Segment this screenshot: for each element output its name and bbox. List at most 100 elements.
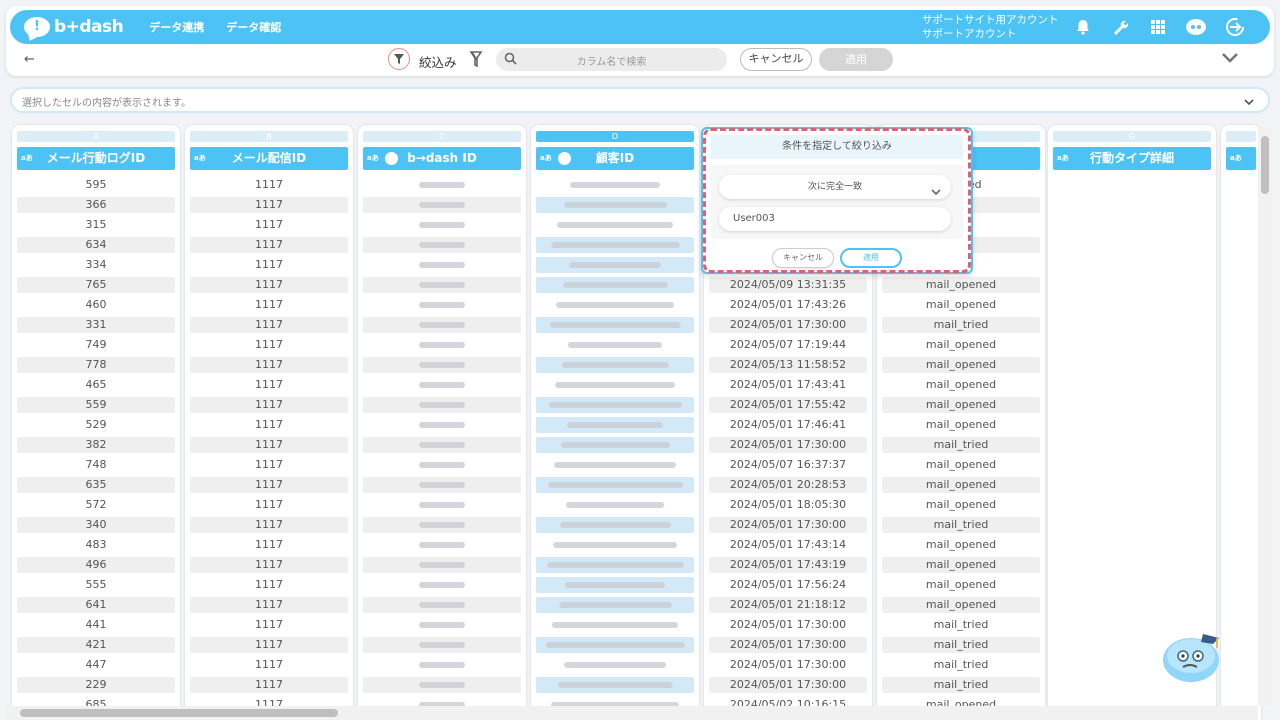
table-cell[interactable] <box>536 577 694 593</box>
table-cell[interactable] <box>363 277 521 293</box>
table-cell[interactable]: 1117 <box>190 297 348 313</box>
table-cell[interactable]: 634 <box>17 237 175 253</box>
table-cell[interactable]: mail_opened <box>882 417 1040 433</box>
table-cell[interactable] <box>1226 597 1256 613</box>
column-letter[interactable] <box>1226 131 1256 142</box>
table-cell[interactable]: 447 <box>17 657 175 673</box>
table-cell[interactable]: 1117 <box>190 517 348 533</box>
table-cell[interactable]: 529 <box>17 417 175 433</box>
table-cell[interactable] <box>1226 677 1256 693</box>
table-cell[interactable] <box>363 397 521 413</box>
table-cell[interactable] <box>1226 257 1256 273</box>
table-cell[interactable]: 1117 <box>190 317 348 333</box>
table-cell[interactable]: 778 <box>17 357 175 373</box>
table-cell[interactable]: 1117 <box>190 497 348 513</box>
table-cell[interactable] <box>1053 437 1211 453</box>
account-info[interactable]: サポートサイト用アカウント サポートアカウント <box>922 13 1059 41</box>
table-cell[interactable] <box>536 597 694 613</box>
table-cell[interactable] <box>536 357 694 373</box>
table-cell[interactable]: 1117 <box>190 657 348 673</box>
table-cell[interactable] <box>1226 437 1256 453</box>
table-cell[interactable]: mail_tried <box>882 657 1040 673</box>
table-cell[interactable]: 483 <box>17 537 175 553</box>
nav-data-check[interactable]: データ確認 <box>226 19 281 35</box>
table-cell[interactable]: 2024/05/01 17:46:41 <box>709 417 867 433</box>
table-cell[interactable] <box>1053 457 1211 473</box>
column-header[interactable]: aあ メール配信ID <box>190 147 348 170</box>
table-cell[interactable] <box>536 677 694 693</box>
table-cell[interactable] <box>1053 237 1211 253</box>
table-cell[interactable] <box>1053 197 1211 213</box>
cell-content-bar[interactable]: 選択したセルの内容が表示されます。 <box>10 87 1270 113</box>
table-cell[interactable] <box>536 457 694 473</box>
toolbar-apply-button[interactable]: 適用 <box>819 48 893 71</box>
table-cell[interactable]: mail_opened <box>882 497 1040 513</box>
table-cell[interactable]: mail_opened <box>882 397 1040 413</box>
table-cell[interactable] <box>363 217 521 233</box>
table-cell[interactable] <box>536 317 694 333</box>
table-cell[interactable] <box>1053 577 1211 593</box>
table-cell[interactable] <box>363 357 521 373</box>
table-cell[interactable] <box>536 637 694 653</box>
column-search-input[interactable]: カラム名で検索 <box>496 48 727 71</box>
table-cell[interactable] <box>363 637 521 653</box>
vertical-scroll-thumb[interactable] <box>1261 136 1269 194</box>
table-cell[interactable] <box>536 277 694 293</box>
table-cell[interactable]: mail_tried <box>882 637 1040 653</box>
table-cell[interactable] <box>536 497 694 513</box>
table-cell[interactable] <box>363 537 521 553</box>
filter-icon[interactable] <box>388 48 410 70</box>
table-cell[interactable] <box>1226 557 1256 573</box>
filter-value-input[interactable]: User003 <box>719 207 951 231</box>
table-cell[interactable]: 2024/05/01 17:30:00 <box>709 637 867 653</box>
table-cell[interactable]: 460 <box>17 297 175 313</box>
table-cell[interactable]: 2024/05/01 17:30:00 <box>709 617 867 633</box>
table-cell[interactable]: 331 <box>17 317 175 333</box>
filter-cancel-button[interactable]: キャンセル <box>772 248 834 268</box>
table-cell[interactable]: 1117 <box>190 197 348 213</box>
table-cell[interactable]: 555 <box>17 577 175 593</box>
column-header[interactable]: aあ b→dash ID <box>363 147 521 170</box>
table-cell[interactable] <box>363 237 521 253</box>
table-cell[interactable]: mail_opened <box>882 537 1040 553</box>
table-cell[interactable]: 340 <box>17 517 175 533</box>
table-cell[interactable]: 1117 <box>190 397 348 413</box>
table-cell[interactable] <box>363 257 521 273</box>
table-cell[interactable] <box>1226 217 1256 233</box>
table-cell[interactable]: 2024/05/01 21:18:12 <box>709 597 867 613</box>
table-cell[interactable] <box>1053 337 1211 353</box>
table-cell[interactable]: 1117 <box>190 637 348 653</box>
table-cell[interactable]: 2024/05/01 17:43:26 <box>709 297 867 313</box>
table-cell[interactable]: 1117 <box>190 677 348 693</box>
table-cell[interactable]: 2024/05/01 17:43:14 <box>709 537 867 553</box>
table-cell[interactable] <box>1226 537 1256 553</box>
table-cell[interactable]: mail_opened <box>882 597 1040 613</box>
grid-icon[interactable] <box>1147 16 1169 38</box>
logout-icon[interactable] <box>1224 16 1246 38</box>
table-cell[interactable] <box>1226 517 1256 533</box>
table-cell[interactable]: 1117 <box>190 417 348 433</box>
filter-condition-select[interactable]: 次に完全一致 <box>719 175 951 199</box>
table-cell[interactable] <box>1226 317 1256 333</box>
table-cell[interactable]: mail_opened <box>882 297 1040 313</box>
table-cell[interactable] <box>536 657 694 673</box>
table-cell[interactable]: mail_tried <box>882 317 1040 333</box>
table-cell[interactable] <box>536 537 694 553</box>
table-cell[interactable] <box>363 557 521 573</box>
table-cell[interactable] <box>536 337 694 353</box>
table-cell[interactable]: mail_opened <box>882 557 1040 573</box>
table-cell[interactable]: 1117 <box>190 277 348 293</box>
table-cell[interactable]: 2024/05/01 20:28:53 <box>709 477 867 493</box>
table-cell[interactable] <box>536 517 694 533</box>
table-cell[interactable]: 2024/05/01 17:55:42 <box>709 397 867 413</box>
table-cell[interactable]: mail_opened <box>882 577 1040 593</box>
table-cell[interactable] <box>1053 217 1211 233</box>
table-cell[interactable]: 465 <box>17 377 175 393</box>
column-header[interactable]: aあ メール行動ログID <box>17 147 175 170</box>
table-cell[interactable] <box>363 437 521 453</box>
column-letter[interactable]: A <box>17 131 175 142</box>
table-cell[interactable] <box>363 597 521 613</box>
table-cell[interactable]: mail_opened <box>882 357 1040 373</box>
table-cell[interactable] <box>363 657 521 673</box>
filter-clear-icon[interactable] <box>469 51 483 70</box>
